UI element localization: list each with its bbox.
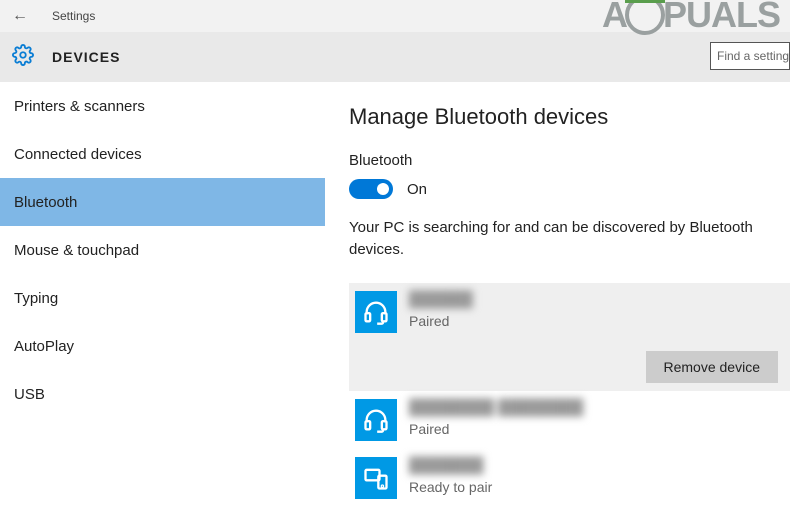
- device-status: Paired: [409, 421, 583, 437]
- sidebar-item-bluetooth[interactable]: Bluetooth: [0, 178, 325, 226]
- sidebar-item-connected-devices[interactable]: Connected devices: [0, 130, 325, 178]
- remove-device-button[interactable]: Remove device: [646, 351, 779, 383]
- sidebar: Printers & scanners Connected devices Bl…: [0, 82, 325, 528]
- search-input[interactable]: Find a setting: [710, 42, 790, 70]
- toggle-knob: [377, 183, 389, 195]
- device-meta: ███████ Ready to pair: [409, 457, 492, 495]
- device-meta: ████████ ████████ Paired: [409, 399, 583, 437]
- device-name: ███████: [409, 457, 492, 477]
- device-actions: Remove device: [355, 333, 784, 391]
- bluetooth-description: Your PC is searching for and can be disc…: [349, 217, 790, 261]
- sidebar-item-autoplay[interactable]: AutoPlay: [0, 322, 325, 370]
- device-name: ████████ ████████: [409, 399, 583, 419]
- device-item[interactable]: ███████ Ready to pair: [349, 449, 790, 507]
- bluetooth-label: Bluetooth: [349, 152, 790, 169]
- device-status: Ready to pair: [409, 479, 492, 495]
- content-heading: Manage Bluetooth devices: [349, 104, 790, 130]
- sidebar-item-mouse-touchpad[interactable]: Mouse & touchpad: [0, 226, 325, 274]
- back-icon[interactable]: ←: [12, 7, 32, 25]
- device-item-selected[interactable]: ██████ Paired Remove device: [349, 283, 790, 391]
- window-topbar: ← Settings: [0, 0, 790, 32]
- page-header: DEVICES Find a setting: [0, 32, 790, 82]
- device-meta: ██████ Paired: [409, 291, 473, 329]
- settings-breadcrumb: Settings: [52, 9, 95, 23]
- bluetooth-toggle[interactable]: [349, 179, 393, 199]
- headset-icon: [355, 291, 397, 333]
- device-item[interactable]: ████████ ████████ Paired: [349, 391, 790, 449]
- sidebar-item-printers-scanners[interactable]: Printers & scanners: [0, 82, 325, 130]
- sidebar-item-typing[interactable]: Typing: [0, 274, 325, 322]
- device-list: ██████ Paired Remove device ████████ ███…: [349, 283, 790, 507]
- sidebar-item-usb[interactable]: USB: [0, 370, 325, 418]
- content-pane: Manage Bluetooth devices Bluetooth On Yo…: [325, 82, 790, 528]
- toggle-state-label: On: [407, 181, 427, 198]
- gear-icon: [12, 44, 34, 71]
- headset-icon: [355, 399, 397, 441]
- device-pair-icon: [355, 457, 397, 499]
- bluetooth-toggle-row: On: [349, 179, 790, 199]
- device-name: ██████: [409, 291, 473, 311]
- main-area: Printers & scanners Connected devices Bl…: [0, 82, 790, 528]
- device-status: Paired: [409, 313, 473, 329]
- page-title: DEVICES: [52, 49, 120, 65]
